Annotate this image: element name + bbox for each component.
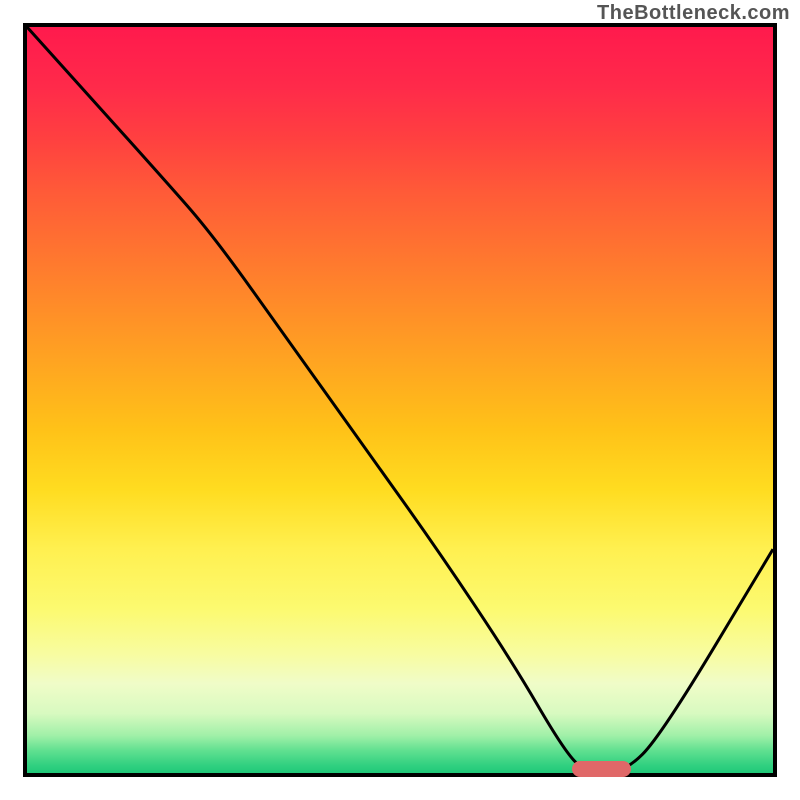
curve-path <box>27 27 773 773</box>
watermark-text: TheBottleneck.com <box>597 2 790 25</box>
bottleneck-curve <box>27 27 773 773</box>
optimal-range-marker <box>572 761 632 777</box>
chart-plot-area <box>23 23 777 777</box>
